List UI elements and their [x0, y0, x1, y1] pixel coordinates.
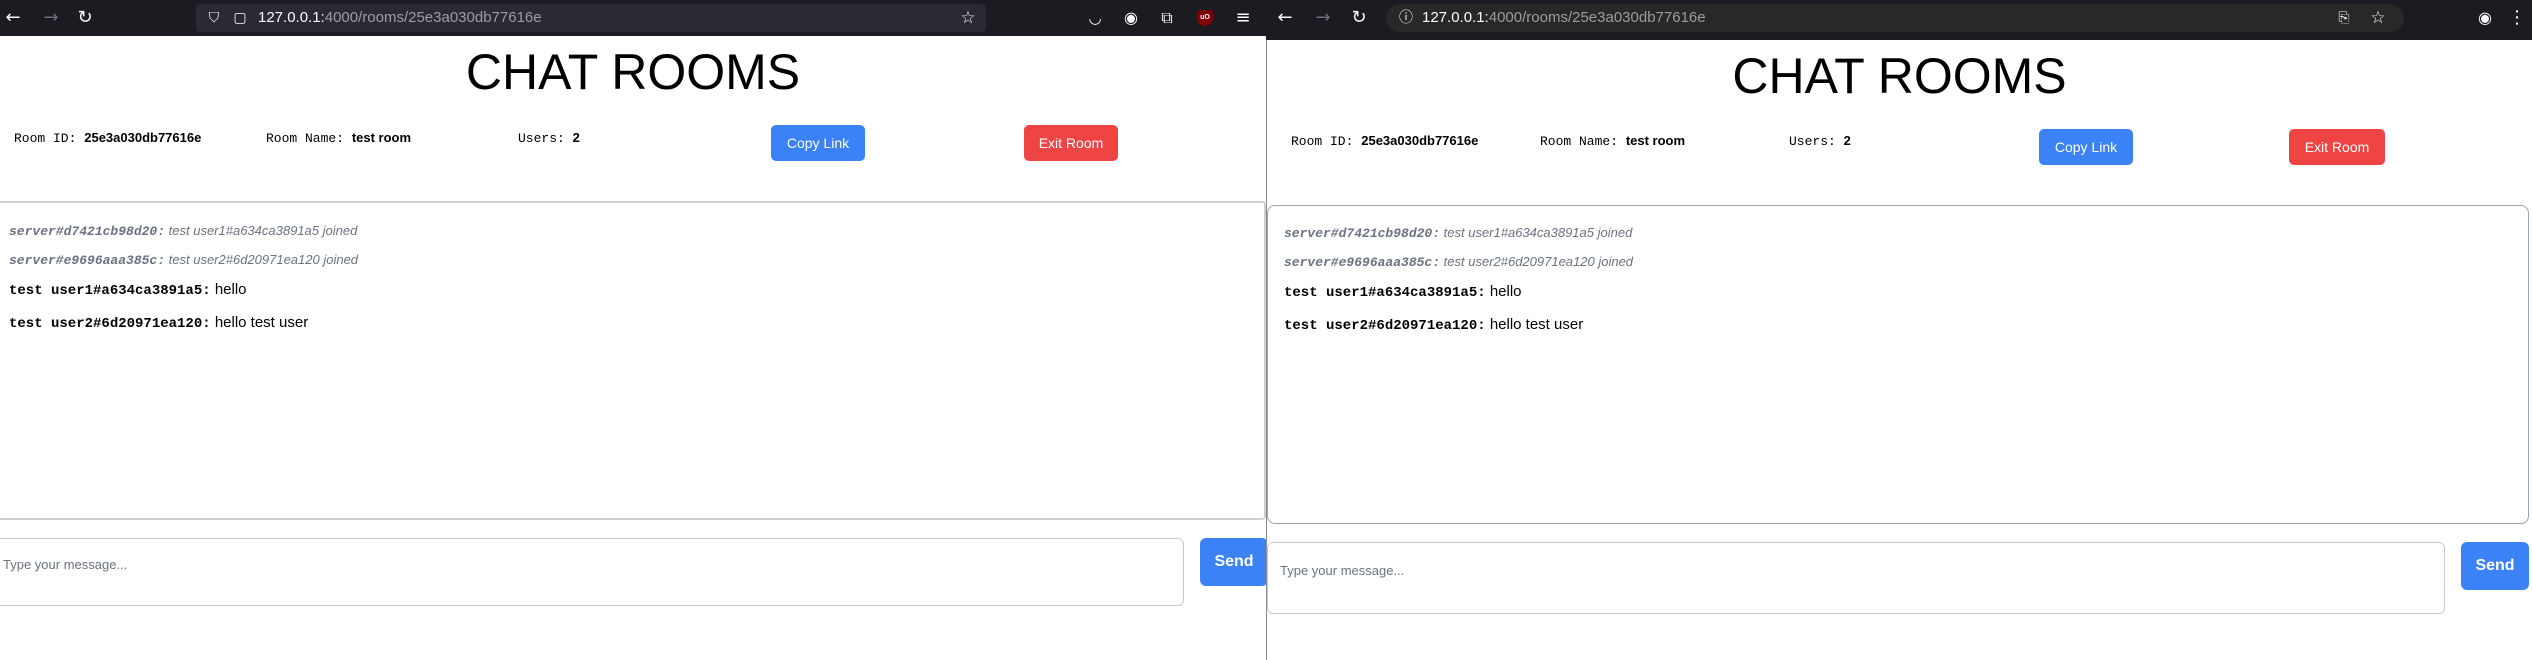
chat-page: CHAT ROOMS Room ID: 25e3a030db77616e Roo…	[0, 36, 1266, 660]
message-sender: test user2#6d20971ea120:	[9, 316, 211, 332]
message-input[interactable]: Type your message...	[1267, 542, 2445, 614]
page-title: CHAT ROOMS	[465, 44, 801, 100]
send-button[interactable]: Send	[1200, 538, 1266, 586]
room-id-info: Room ID: 25e3a030db77616e	[14, 130, 201, 147]
users-label: Users:	[1789, 134, 1836, 149]
message-sender: server#e9696aaa385c:	[9, 253, 166, 268]
message-text: hello test user	[214, 314, 309, 331]
room-name-label: Room Name:	[1540, 134, 1619, 149]
forward-arrow-icon[interactable]: →	[40, 7, 62, 29]
message-item: server#e9696aaa385c: test user2#6d20971e…	[9, 252, 358, 269]
room-id-label: Room ID:	[14, 131, 77, 146]
url-bar[interactable]: ⛉ ▢ 127.0.0.1:4000/rooms/25e3a030db77616…	[196, 4, 986, 32]
back-arrow-icon[interactable]: ←	[2, 7, 24, 29]
menu-hamburger-icon[interactable]: ≡	[1232, 7, 1254, 29]
message-list[interactable]: server#d7421cb98d20: test user1#a634ca38…	[1267, 205, 2529, 524]
room-name-value: test room	[1625, 133, 1686, 148]
url-text[interactable]: 127.0.0.1:4000/rooms/25e3a030db77616e	[1422, 9, 1706, 27]
page-icon[interactable]: ▢	[230, 8, 250, 28]
users-info: Users: 2	[1789, 133, 1851, 150]
message-item: test user1#a634ca3891a5: hello	[1284, 283, 1522, 302]
message-sender: server#e9696aaa385c:	[1284, 255, 1441, 270]
copy-link-button[interactable]: Copy Link	[2039, 129, 2133, 165]
users-count: 2	[572, 130, 580, 145]
room-id-label: Room ID:	[1291, 134, 1354, 149]
message-text: test user1#a634ca3891a5 joined	[1443, 225, 1633, 240]
message-item: test user2#6d20971ea120: hello test user	[1284, 316, 1583, 335]
room-id-value: 25e3a030db77616e	[1361, 133, 1479, 148]
url-host: 127.0.0.1:	[258, 9, 325, 26]
profile-icon[interactable]: ◉	[2474, 7, 2496, 29]
message-sender: server#d7421cb98d20:	[9, 224, 166, 239]
message-text: test user1#a634ca3891a5 joined	[168, 223, 358, 238]
bookmark-star-icon[interactable]: ☆	[958, 8, 978, 28]
send-button[interactable]: Send	[2461, 542, 2529, 590]
pocket-icon[interactable]: ◡	[1084, 7, 1106, 29]
back-arrow-icon[interactable]: ←	[1274, 7, 1296, 29]
message-text: hello	[1489, 283, 1522, 300]
url-path: 4000/rooms/25e3a030db77616e	[1488, 9, 1706, 26]
users-info: Users: 2	[518, 130, 580, 147]
message-list[interactable]: server#d7421cb98d20: test user1#a634ca38…	[0, 201, 1266, 520]
page-title: CHAT ROOMS	[1732, 48, 2067, 104]
message-sender: test user1#a634ca3891a5:	[1284, 285, 1486, 301]
site-info-icon[interactable]: ⓘ	[1396, 8, 1416, 28]
message-sender: test user1#a634ca3891a5:	[9, 283, 211, 299]
message-item: test user1#a634ca3891a5: hello	[9, 281, 247, 300]
ublock-origin-icon[interactable]: uO	[1197, 10, 1213, 26]
account-icon[interactable]: ◉	[1120, 7, 1142, 29]
message-item: test user2#6d20971ea120: hello test user	[9, 314, 308, 333]
exit-room-button[interactable]: Exit Room	[2289, 129, 2385, 165]
room-name-label: Room Name:	[266, 131, 345, 146]
reload-icon[interactable]: ↻	[1348, 7, 1370, 29]
message-text: test user2#6d20971ea120 joined	[168, 252, 359, 267]
chat-page: CHAT ROOMS Room ID: 25e3a030db77616e Roo…	[1266, 40, 2532, 660]
menu-kebab-icon[interactable]: ⋮	[2506, 7, 2528, 29]
firefox-toolbar: ← → ↻ ⛉ ▢ 127.0.0.1:4000/rooms/25e3a030d…	[0, 0, 1266, 36]
firefox-window: ← → ↻ ⛉ ▢ 127.0.0.1:4000/rooms/25e3a030d…	[0, 0, 1266, 660]
message-text: hello test user	[1489, 316, 1584, 333]
room-name-value: test room	[351, 130, 412, 145]
copy-link-button[interactable]: Copy Link	[771, 125, 865, 161]
message-sender: server#d7421cb98d20:	[1284, 226, 1441, 241]
users-label: Users:	[518, 131, 565, 146]
url-path: 4000/rooms/25e3a030db77616e	[324, 9, 542, 26]
users-count: 2	[1843, 133, 1851, 148]
translate-icon[interactable]: ⎘	[2334, 8, 2354, 28]
room-name-info: Room Name: test room	[266, 130, 411, 147]
chrome-window: ← → ↻ ⓘ 127.0.0.1:4000/rooms/25e3a030db7…	[1266, 0, 2532, 660]
url-bar[interactable]: ⓘ 127.0.0.1:4000/rooms/25e3a030db77616e …	[1386, 4, 2404, 32]
bookmark-star-icon[interactable]: ☆	[2368, 8, 2388, 28]
room-name-info: Room Name: test room	[1540, 133, 1685, 150]
message-item: server#d7421cb98d20: test user1#a634ca38…	[1284, 225, 1632, 242]
reload-icon[interactable]: ↻	[74, 7, 96, 29]
room-id-info: Room ID: 25e3a030db77616e	[1291, 133, 1478, 150]
exit-room-button[interactable]: Exit Room	[1024, 125, 1118, 161]
message-sender: test user2#6d20971ea120:	[1284, 318, 1486, 334]
shield-icon[interactable]: ⛉	[204, 8, 224, 28]
message-text: hello	[214, 281, 247, 298]
url-host: 127.0.0.1:	[1422, 9, 1489, 26]
message-item: server#e9696aaa385c: test user2#6d20971e…	[1284, 254, 1633, 271]
forward-arrow-icon[interactable]: →	[1312, 7, 1334, 29]
room-id-value: 25e3a030db77616e	[84, 130, 202, 145]
message-item: server#d7421cb98d20: test user1#a634ca38…	[9, 223, 357, 240]
chrome-toolbar: ← → ↻ ⓘ 127.0.0.1:4000/rooms/25e3a030db7…	[1266, 0, 2532, 36]
extensions-icon[interactable]: ⧉	[1156, 7, 1178, 29]
message-input[interactable]: Type your message...	[0, 538, 1184, 606]
url-text[interactable]: 127.0.0.1:4000/rooms/25e3a030db77616e	[258, 9, 542, 27]
message-text: test user2#6d20971ea120 joined	[1443, 254, 1634, 269]
